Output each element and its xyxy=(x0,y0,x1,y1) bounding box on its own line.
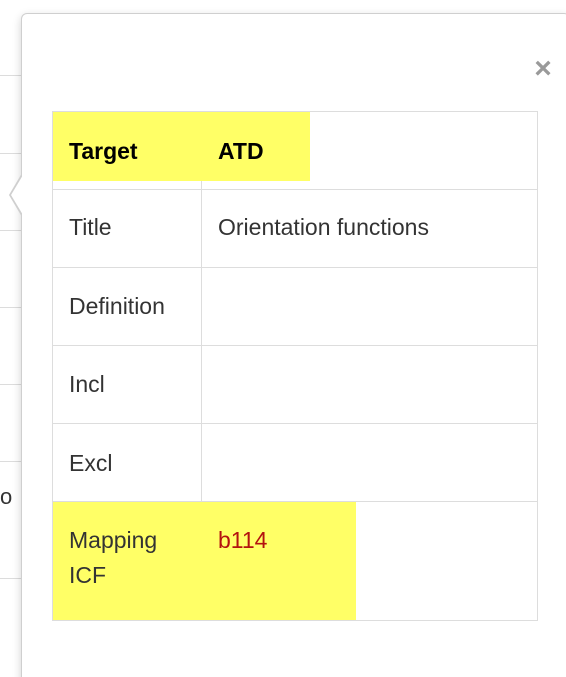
title-key-label: Title xyxy=(69,214,112,240)
title-key-cell: Title xyxy=(52,189,202,268)
icf-code-link[interactable]: b114 xyxy=(218,522,267,559)
popover-arrow-fill xyxy=(11,175,23,215)
incl-key-cell: Incl xyxy=(52,345,202,424)
background-divider xyxy=(0,307,22,308)
excl-value-cell xyxy=(201,423,538,502)
background-divider xyxy=(0,384,22,385)
definition-key-cell: Definition xyxy=(52,267,202,346)
title-value-cell: Orientation functions xyxy=(201,189,538,268)
target-value: ATD xyxy=(218,138,264,164)
mapping-value-cell: b114 xyxy=(201,501,538,621)
target-key-label: Target xyxy=(69,138,138,164)
table-row-mapping-icf: Mapping ICF b114 xyxy=(52,501,538,621)
mapping-key-label-line2: ICF xyxy=(69,562,107,588)
target-key-cell: Target xyxy=(52,111,202,190)
target-value-cell: ATD xyxy=(201,111,538,190)
table-row-excl: Excl xyxy=(52,423,538,502)
close-icon[interactable]: × xyxy=(530,54,556,84)
background-divider xyxy=(0,153,22,154)
mapping-value-highlight xyxy=(202,502,356,620)
excl-key-label: Excl xyxy=(69,450,113,476)
table-row-incl: Incl xyxy=(52,345,538,424)
definition-key-label: Definition xyxy=(69,293,165,319)
table-row-target: Target ATD xyxy=(52,111,538,190)
screen: o × Target ATD Title Orientation functio… xyxy=(0,0,566,677)
background-divider xyxy=(0,230,22,231)
table-row-title: Title Orientation functions xyxy=(52,189,538,268)
background-divider xyxy=(0,461,22,462)
background-cut-text: o xyxy=(0,484,13,509)
mapping-key-label-line1: Mapping xyxy=(69,527,158,553)
definition-value-cell xyxy=(201,267,538,346)
mapping-info-table: Target ATD Title Orientation functions D… xyxy=(52,111,538,621)
incl-value-cell xyxy=(201,345,538,424)
title-value: Orientation functions xyxy=(218,214,429,240)
incl-key-label: Incl xyxy=(69,371,105,397)
mapping-key-cell: Mapping ICF xyxy=(52,501,202,621)
background-divider xyxy=(0,578,22,579)
excl-key-cell: Excl xyxy=(52,423,202,502)
table-row-definition: Definition xyxy=(52,267,538,346)
background-divider xyxy=(0,75,22,76)
